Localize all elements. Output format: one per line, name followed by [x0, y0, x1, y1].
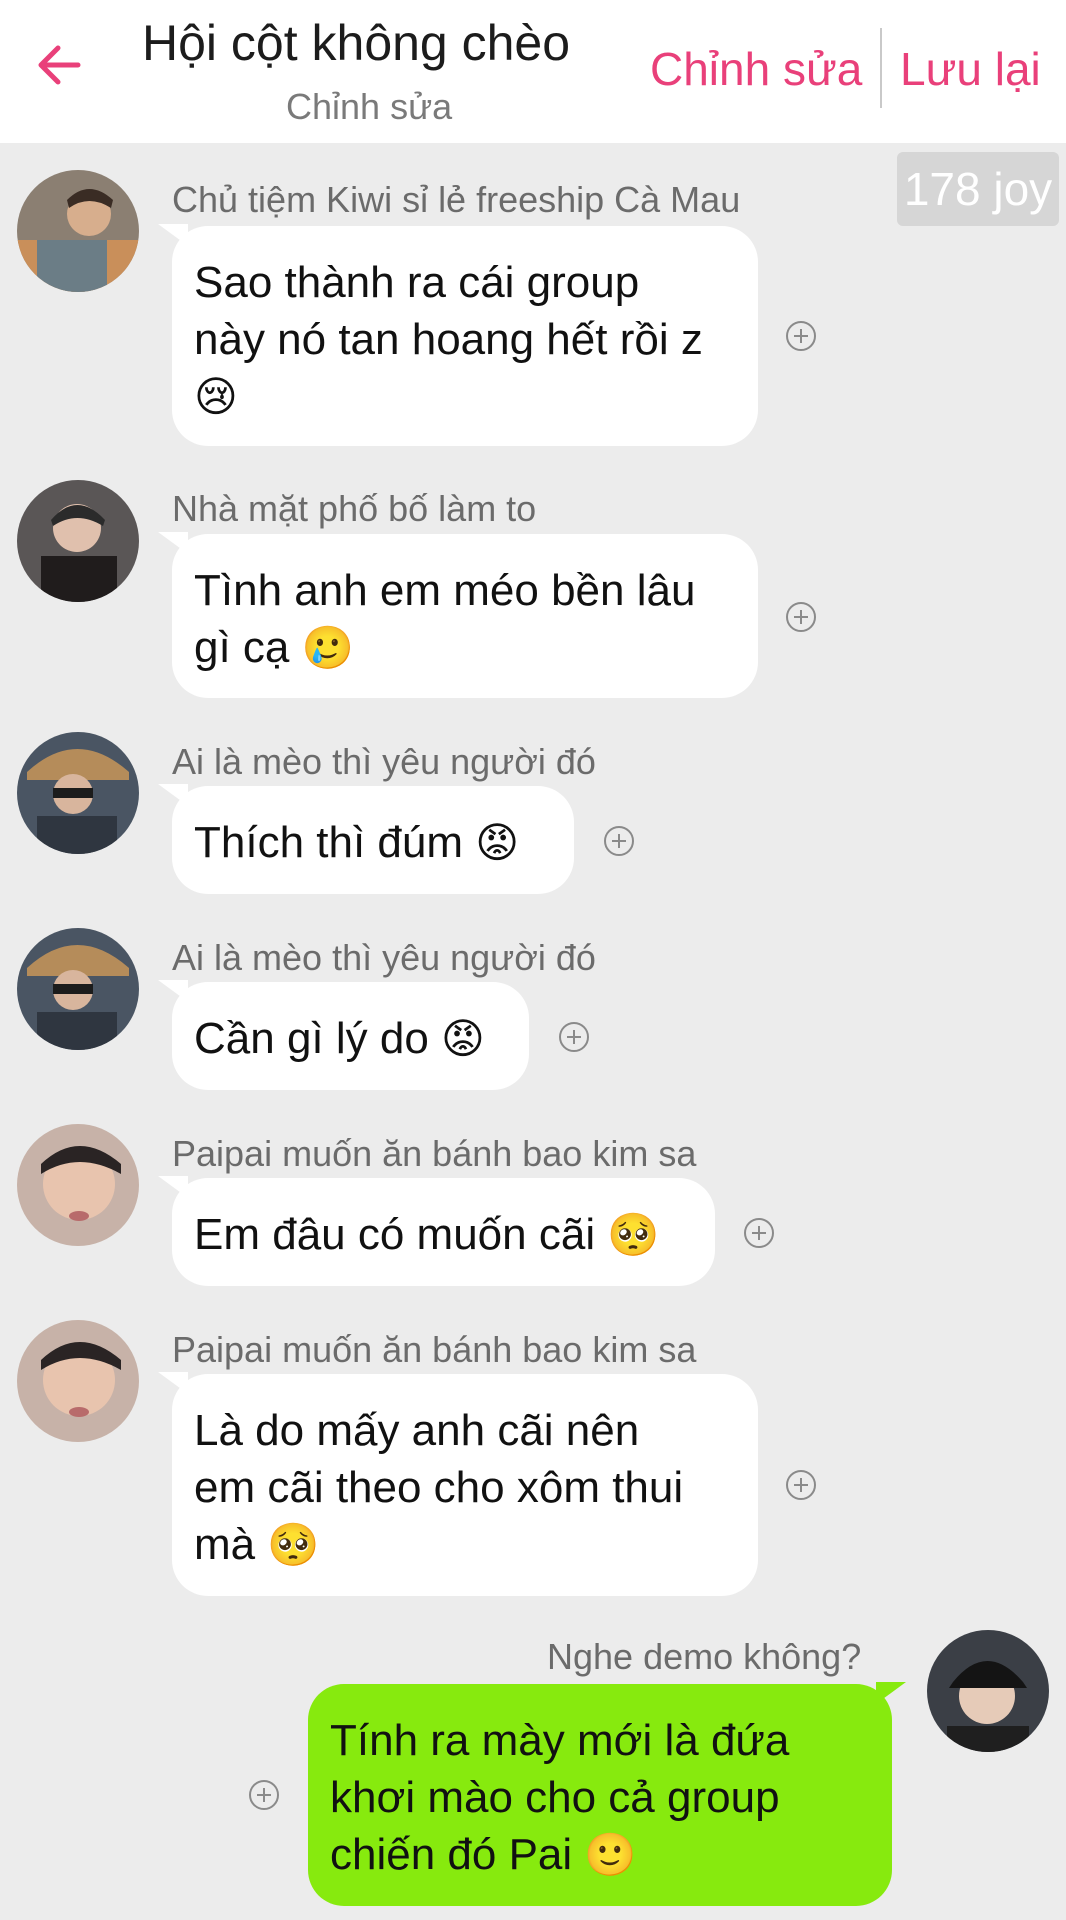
message-line: Thích thì đúm — [194, 818, 476, 867]
message-emoji: 🥲 — [301, 624, 354, 671]
message-line: em cãi theo cho xôm thui — [194, 1463, 684, 1512]
message-line: Là do mấy anh cãi nên — [194, 1406, 640, 1455]
message-line: Tính ra mày mới là đứa — [330, 1716, 790, 1765]
message-line: Em đâu có muốn cãi — [194, 1210, 608, 1259]
message-bubble[interactable]: Sao thành ra cái group này nó tan hoang … — [158, 224, 758, 446]
message-bubble[interactable]: Cần gì lý do 😡 — [158, 980, 529, 1090]
message-line: khơi mào cho cả group — [330, 1773, 780, 1822]
message-line: Cần gì lý do — [194, 1014, 442, 1063]
avatar[interactable] — [17, 480, 139, 602]
sender-name: Paipai muốn ăn bánh bao kim sa — [172, 1329, 697, 1370]
plus-circle-icon[interactable] — [785, 320, 817, 352]
my-message-bubble[interactable]: Tính ra mày mới là đứa khơi mào cho cả g… — [308, 1682, 906, 1906]
avatar[interactable] — [17, 170, 139, 292]
header-bar: Hội cột không chèo Chỉnh sửa Chỉnh sửa L… — [0, 0, 1066, 143]
message-line: Sao thành ra cái group — [194, 258, 640, 307]
message-line: Tình anh em méo bền lâu — [194, 566, 696, 615]
page-subtitle: Chỉnh sửa — [286, 86, 453, 127]
back-arrow-icon[interactable] — [34, 40, 84, 90]
plus-circle-icon[interactable] — [785, 601, 817, 633]
plus-circle-icon[interactable] — [743, 1217, 775, 1249]
message-line: chiến đó Pai — [330, 1830, 585, 1879]
message-bubble[interactable]: Là do mấy anh cãi nên em cãi theo cho xô… — [158, 1372, 758, 1596]
avatar[interactable] — [17, 928, 139, 1050]
plus-circle-icon[interactable] — [603, 825, 635, 857]
message-line: này nó tan hoang hết rồi z — [194, 315, 703, 364]
message-line: mà — [194, 1520, 268, 1569]
sender-name: Ai là mèo thì yêu người đó — [172, 741, 596, 782]
avatar[interactable] — [17, 1124, 139, 1246]
message-bubble[interactable]: Thích thì đúm 😡 — [158, 784, 574, 894]
plus-circle-icon[interactable] — [558, 1021, 590, 1053]
joy-badge: 178 joy — [897, 152, 1059, 226]
page-title: Hội cột không chèo — [142, 15, 571, 71]
sender-name: Chủ tiệm Kiwi sỉ lẻ freeship Cà Mau — [172, 179, 741, 220]
avatar[interactable] — [17, 1320, 139, 1442]
sender-name: Paipai muốn ăn bánh bao kim sa — [172, 1133, 697, 1174]
sender-name: Nhà mặt phố bố làm to — [172, 488, 537, 529]
plus-circle-icon[interactable] — [248, 1779, 280, 1811]
message-emoji: 😢 — [194, 373, 238, 420]
my-avatar[interactable] — [927, 1630, 1049, 1752]
message-bubble[interactable]: Tình anh em méo bền lâu gì cạ 🥲 — [158, 532, 758, 698]
avatar[interactable] — [17, 732, 139, 854]
message-emoji: 🙂 — [584, 1831, 637, 1878]
message-bubble[interactable]: Em đâu có muốn cãi 🥺 — [158, 1176, 715, 1286]
message-emoji: 😡 — [441, 1015, 485, 1062]
edit-button[interactable]: Chỉnh sửa — [650, 42, 862, 96]
header-divider — [880, 28, 882, 108]
message-emoji: 😡 — [475, 819, 520, 866]
message-line: gì cạ — [194, 623, 302, 672]
message-emoji: 🥺 — [607, 1211, 660, 1258]
save-button[interactable]: Lưu lại — [900, 42, 1041, 96]
sender-name: Ai là mèo thì yêu người đó — [172, 937, 596, 978]
sender-name: Nghe demo không? — [547, 1636, 862, 1677]
message-emoji: 🥺 — [267, 1521, 320, 1568]
plus-circle-icon[interactable] — [785, 1469, 817, 1501]
